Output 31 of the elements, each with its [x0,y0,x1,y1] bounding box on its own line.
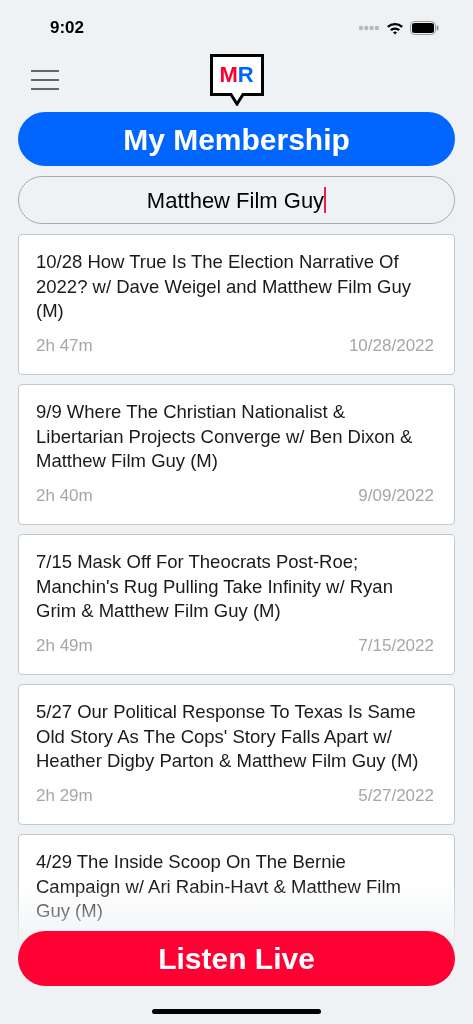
wifi-icon [386,21,404,35]
episode-card[interactable]: 7/15 Mask Off For Theocrats Post-Roe; Manchin's Rug Pulling Take Infinity w/ Ryan Grim & Matthew Film Guy (M) 2h 49m 7/15/2022 [18,534,455,675]
speech-bubble-icon [209,54,264,106]
search-field[interactable]: Matthew Film Guy [18,176,455,224]
menu-icon[interactable] [31,70,59,90]
episode-title: 4/29 The Inside Scoop On The Bernie Campaign w/ Ari Rabin-Havt & Matthew Film Guy (M) [36,850,402,923]
episode-date: 7/15/2022 [358,634,434,657]
episode-date: 9/09/2022 [358,484,434,507]
episode-title: 7/15 Mask Off For Theocrats Post-Roe; Manchin's Rug Pulling Take Infinity w/ Ryan Grim & Matthew Film Guy (M) [36,550,394,623]
episode-duration: 2h 49m [36,634,93,657]
episode-duration: 2h 40m [36,484,93,507]
logo-letter: M [219,64,238,86]
membership-button[interactable]: My Membership [18,112,455,166]
signal-icon [358,25,380,31]
status-time: 9:02 [50,17,85,40]
episode-title: 10/28 How True Is The Election Narrative Of 2022? w/ Dave Weigel and Matthew Film Guy (M) [36,250,412,323]
logo-letter: R [237,64,254,86]
episode-duration: 2h 47m [36,334,93,357]
listen-live-button[interactable]: Listen Live [18,931,455,986]
episode-card[interactable]: 4/29 The Inside Scoop On The Bernie Campaign w/ Ari Rabin-Havt & Matthew Film Guy (M) [18,834,455,941]
episode-date: 5/27/2022 [358,784,434,807]
episode-card[interactable]: 5/27 Our Political Response To Texas Is Same Old Story As The Cops' Story Falls Apart w/ Heather Digby Parton & Matthew Film Guy (M) 2h 29m 5/27/2022 [18,684,455,825]
episode-duration: 2h 29m [36,784,93,807]
text-cursor [324,187,327,213]
episode-card[interactable]: 9/9 Where The Christian Nationalist & Libertarian Projects Converge w/ Ben Dixon & Matthew Film Guy (M) 2h 40m 9/09/2022 [18,384,455,525]
episode-title: 9/9 Where The Christian Nationalist & Libertarian Projects Converge w/ Ben Dixon & Matthew Film Guy (M) [36,400,414,473]
episode-title: 5/27 Our Political Response To Texas Is Same Old Story As The Cops' Story Falls Apart w/ Heather Digby Parton & Matthew Film Guy (M) [36,700,420,773]
battery-icon [410,21,439,35]
episode-card[interactable]: 10/28 How True Is The Election Narrative Of 2022? w/ Dave Weigel and Matthew Film Guy (M) 2h 47m 10/28/2022 [18,234,455,375]
episode-date: 10/28/2022 [348,334,434,357]
search-value: Matthew Film Guy [146,186,325,215]
